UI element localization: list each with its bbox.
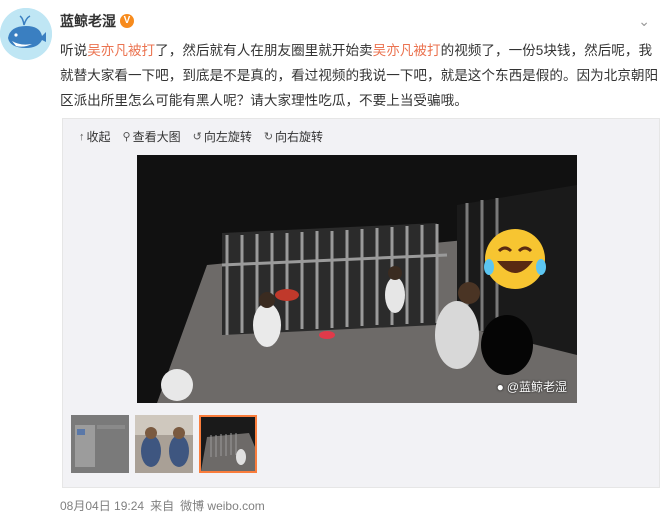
rotate-right-icon: ↻	[263, 131, 274, 143]
thumbnail-2-image	[135, 415, 193, 473]
rotate-left-icon: ↺	[192, 131, 202, 143]
whale-avatar-icon	[0, 8, 52, 60]
rotate-left-label: 向左旋转	[203, 130, 252, 144]
rotate-right-button[interactable]: ↻ 向右旋转	[264, 128, 323, 145]
thumbnail-1-image	[71, 415, 129, 473]
verified-badge-icon: V	[120, 14, 134, 28]
username[interactable]: 蓝鲸老湿 V	[60, 11, 134, 31]
media-box: ↑ 收起 ⚲ 查看大图 ↺ 向左旋转 ↻ 向右旋转 ● @蓝鲸老湿	[62, 118, 660, 488]
view-large-label: 查看大图	[132, 130, 181, 144]
thumbnail-1[interactable]	[71, 415, 129, 473]
magnifier-icon: ⚲	[122, 131, 131, 143]
post-date[interactable]: 08月04日 19:24	[60, 497, 144, 514]
post-text-segment: 了，然后就有人在朋友圈里就开始卖	[155, 43, 373, 58]
thumbnail-3-image	[201, 417, 255, 471]
collapse-button[interactable]: ↑ 收起	[79, 128, 111, 145]
avatar[interactable]	[0, 8, 52, 60]
rotate-right-label: 向右旋转	[275, 130, 324, 144]
username-text[interactable]: 蓝鲸老湿	[60, 11, 116, 31]
chevron-down-icon[interactable]: ⌄	[638, 14, 650, 28]
video-watermark: ● @蓝鲸老湿	[497, 378, 567, 395]
post-source[interactable]: 微博 weibo.com	[180, 497, 265, 514]
post-text: 听说吴亦凡被打了，然后就有人在朋友圈里就开始卖吴亦凡被打的视频了，一份5块钱，然…	[60, 38, 660, 113]
watermark-text: @蓝鲸老湿	[506, 380, 567, 394]
post-topic-link[interactable]: 吴亦凡被打	[373, 43, 441, 58]
source-prefix: 来自	[150, 499, 175, 513]
post-topic-link[interactable]: 吴亦凡被打	[87, 43, 155, 58]
thumbnail-strip	[71, 415, 257, 473]
view-large-button[interactable]: ⚲ 查看大图	[123, 128, 181, 145]
media-toolbar: ↑ 收起 ⚲ 查看大图 ↺ 向左旋转 ↻ 向右旋转	[79, 128, 323, 145]
rotate-left-button[interactable]: ↺ 向左旋转	[193, 128, 252, 145]
cell-scene-image	[137, 155, 577, 403]
post-text-segment: 听说	[60, 43, 88, 58]
post-footer: 08月04日 19:24 来自 微博 weibo.com	[60, 497, 265, 514]
collapse-label: 收起	[86, 130, 111, 144]
weibo-logo-icon: ●	[496, 379, 504, 394]
arrow-up-icon: ↑	[79, 130, 85, 143]
video-frame[interactable]: ● @蓝鲸老湿	[137, 155, 577, 403]
thumbnail-2[interactable]	[135, 415, 193, 473]
thumbnail-3-selected[interactable]	[199, 415, 257, 473]
